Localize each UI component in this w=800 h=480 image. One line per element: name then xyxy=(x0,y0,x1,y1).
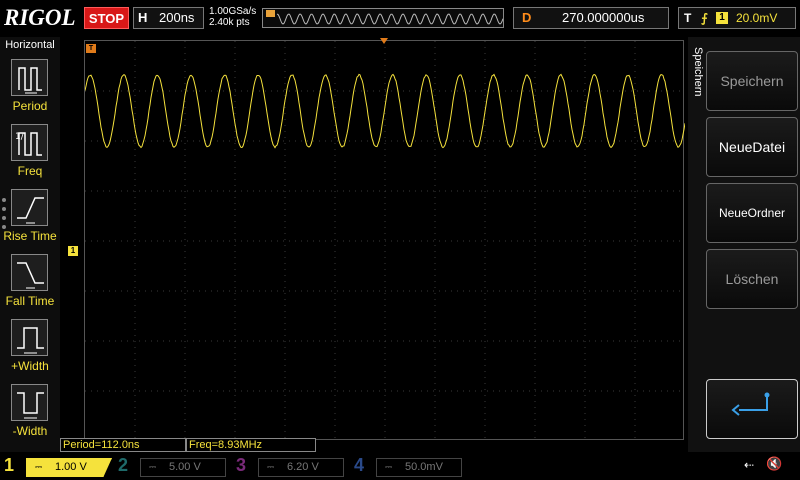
channel-scale-box: ⎓ 6.20 V xyxy=(258,458,344,477)
delay-value: 270.000000us xyxy=(562,8,644,28)
sample-rate: 1.00GSa/s xyxy=(209,6,256,17)
dc-coupling-icon: ⎓ xyxy=(385,459,392,476)
measure-item-period[interactable]: Period xyxy=(0,57,60,119)
memory-waveform-preview xyxy=(263,9,504,28)
trigger-letter: T xyxy=(684,8,691,28)
channel-3[interactable]: 3 ⎓ 6.20 V xyxy=(236,455,348,479)
period-icon xyxy=(11,59,48,96)
measure-item-pos-width[interactable]: +Width xyxy=(0,317,60,379)
delay-box[interactable]: D 270.000000us xyxy=(513,7,669,29)
acquisition-info: 1.00GSa/s 2.40k pts xyxy=(209,6,256,28)
waveform-display[interactable] xyxy=(84,40,684,440)
trigger-source-badge: 1 xyxy=(716,12,728,24)
rise-time-icon xyxy=(11,189,48,226)
channel-scale-box: ⎓ 5.00 V xyxy=(140,458,226,477)
channel-2[interactable]: 2 ⎓ 5.00 V xyxy=(118,455,230,479)
measure-menu: Horizontal Period 1/ Freq Rise Time Fall… xyxy=(0,37,60,452)
page-indicator-dot xyxy=(2,216,6,220)
measure-item-fall-time[interactable]: Fall Time xyxy=(0,252,60,314)
channel-scale: 1.00 V xyxy=(55,459,87,476)
channel-1[interactable]: 1 ⎓ 1.00 V xyxy=(4,455,116,479)
ch1-offset-marker[interactable]: 1 xyxy=(68,246,78,256)
channel-scale: 5.00 V xyxy=(169,459,201,476)
channel-number: 1 xyxy=(4,455,14,476)
save-menu: Speichern Speichern NeueDatei NeueOrdner… xyxy=(688,37,800,452)
ch1-waveform xyxy=(85,41,685,441)
page-indicator-dot xyxy=(2,225,6,229)
top-status-bar: RIGOL STOP H 200ns 1.00GSa/s 2.40k pts D… xyxy=(0,0,800,37)
softkey-new-folder[interactable]: NeueOrdner xyxy=(706,183,798,243)
channel-number: 3 xyxy=(236,455,246,476)
dc-coupling-icon: ⎓ xyxy=(35,459,42,476)
channel-scale-box: ⎓ 50.0mV xyxy=(376,458,462,477)
trigger-position-marker-left: T xyxy=(86,44,96,53)
channel-4[interactable]: 4 ⎓ 50.0mV xyxy=(354,455,466,479)
page-indicator-dot xyxy=(2,207,6,211)
measurement-period: Period=112.0ns xyxy=(60,438,186,452)
measure-menu-title: Horizontal xyxy=(0,39,60,51)
save-menu-title: Speichern xyxy=(690,47,704,147)
measure-item-label: Period xyxy=(0,99,60,113)
rising-edge-icon: ⨍ xyxy=(701,8,708,28)
measurement-freq: Freq=8.93MHz xyxy=(186,438,316,452)
memory-depth: 2.40k pts xyxy=(209,17,256,28)
measure-item-label: Freq xyxy=(0,164,60,178)
dc-coupling-icon: ⎓ xyxy=(149,459,156,476)
measure-item-neg-width[interactable]: -Width xyxy=(0,382,60,444)
timebase-value: 200ns xyxy=(159,8,194,28)
svg-text:1/: 1/ xyxy=(15,132,25,142)
freq-icon: 1/ xyxy=(11,124,48,161)
measure-item-label: +Width xyxy=(0,359,60,373)
usb-icon: ⇠ xyxy=(744,458,754,472)
measure-item-label: -Width xyxy=(0,424,60,438)
measure-item-label: Fall Time xyxy=(0,294,60,308)
memory-position-marker xyxy=(266,10,275,17)
brand-logo: RIGOL xyxy=(4,5,76,31)
softkey-new-file[interactable]: NeueDatei xyxy=(706,117,798,177)
horizontal-letter: H xyxy=(138,8,147,28)
softkey-save[interactable]: Speichern xyxy=(706,51,798,111)
return-arrow-icon xyxy=(707,380,799,438)
speaker-muted-icon: 🔇 xyxy=(766,456,782,472)
channel-number: 2 xyxy=(118,455,128,476)
channel-bar: 1 ⎓ 1.00 V 2 ⎓ 5.00 V 3 ⎓ 6.20 V 4 ⎓ 50.… xyxy=(0,452,800,480)
page-indicator-dot xyxy=(2,198,6,202)
trigger-level-value: 20.0mV xyxy=(736,8,777,28)
channel-scale-box: ⎓ 1.00 V xyxy=(26,458,112,477)
horizontal-timebase-box[interactable]: H 200ns xyxy=(133,7,204,29)
channel-number: 4 xyxy=(354,455,364,476)
measure-item-rise-time[interactable]: Rise Time xyxy=(0,187,60,249)
memory-position-bar xyxy=(262,8,504,28)
fall-time-icon xyxy=(11,254,48,291)
channel-scale: 50.0mV xyxy=(405,459,443,476)
pos-width-icon xyxy=(11,319,48,356)
dc-coupling-icon: ⎓ xyxy=(267,459,274,476)
measure-item-freq[interactable]: 1/ Freq xyxy=(0,122,60,184)
neg-width-icon xyxy=(11,384,48,421)
measure-item-label: Rise Time xyxy=(0,229,60,243)
delay-letter: D xyxy=(522,8,531,28)
softkey-return[interactable] xyxy=(706,379,798,439)
softkey-delete[interactable]: Löschen xyxy=(706,249,798,309)
trigger-box[interactable]: T ⨍ 1 20.0mV xyxy=(678,7,796,29)
run-stop-button[interactable]: STOP xyxy=(84,7,129,29)
channel-scale: 6.20 V xyxy=(287,459,319,476)
